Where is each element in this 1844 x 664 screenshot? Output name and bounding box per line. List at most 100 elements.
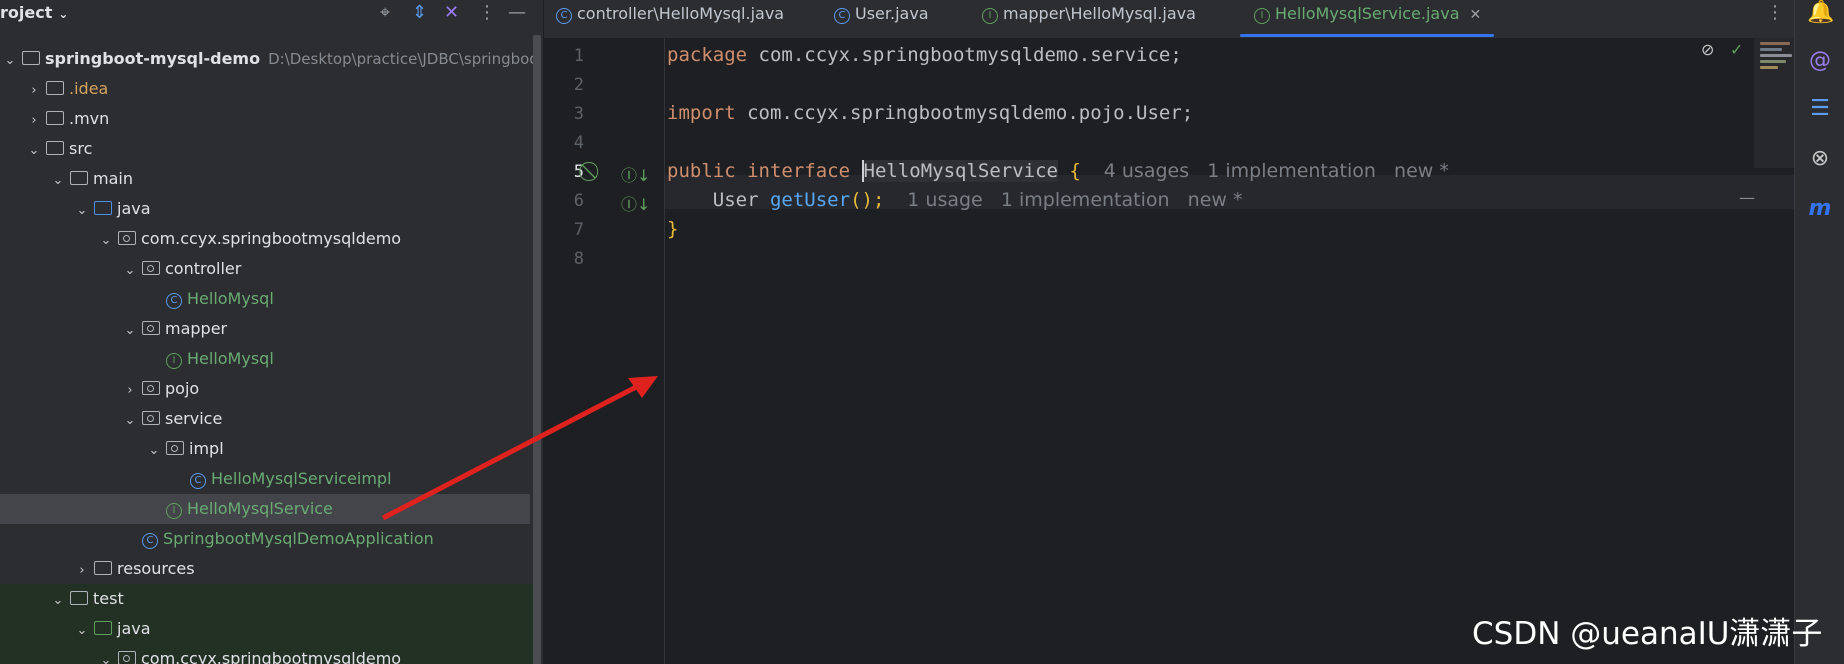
line-number: 3: [573, 104, 584, 124]
tree-item[interactable]: C HelloMysql: [0, 284, 530, 314]
tree-item-label: com.ccyx.springbootmysqldemo: [141, 649, 402, 664]
chevron-right-icon[interactable]: ›: [26, 106, 42, 136]
tree-item[interactable]: ⌄ src: [0, 134, 530, 164]
chevron-down-icon[interactable]: ⌄: [26, 136, 42, 166]
no-problems-check-icon[interactable]: ✓: [1730, 40, 1743, 59]
tab-hellomysqlservice[interactable]: I HelloMysqlService.java ✕: [1254, 0, 1481, 38]
test-folder-icon: [94, 621, 112, 635]
package-icon: [118, 651, 136, 664]
implemented-icon[interactable]: Ⓘ↓: [621, 191, 650, 215]
options-icon[interactable]: ⋮: [478, 2, 496, 23]
tab-user[interactable]: C User.java: [834, 0, 929, 38]
tree-item[interactable]: ⌄ main: [0, 164, 530, 194]
chevron-down-icon[interactable]: ⌄: [146, 436, 162, 466]
tree-item[interactable]: ⌄ mapper: [0, 314, 530, 344]
tree-item[interactable]: ⌄ controller: [0, 254, 530, 284]
reader-mode-icon[interactable]: ⊘: [1701, 40, 1714, 59]
package-icon: [118, 231, 136, 245]
chevron-down-icon[interactable]: ⌄: [122, 406, 138, 436]
chevron-right-icon[interactable]: ›: [74, 556, 90, 586]
line-number: 6: [573, 191, 584, 211]
tab-mapper-hellomysql[interactable]: Imapper\HelloMysql.java: [982, 0, 1196, 38]
usage-hint[interactable]: 4 usages 1 implementation new *: [1104, 160, 1449, 182]
tree-item-label: springboot-mysql-demo: [45, 49, 261, 68]
chevron-down-icon[interactable]: ⌄: [74, 616, 90, 646]
tree-item[interactable]: ⌄ java: [0, 614, 541, 644]
line-number-current: 5: [573, 162, 584, 182]
chevron-down-icon[interactable]: ⌄: [50, 166, 66, 196]
project-title[interactable]: roject ⌄: [0, 3, 68, 22]
tree-item[interactable]: › .mvn: [0, 104, 530, 134]
tree-item[interactable]: › .idea: [0, 74, 530, 104]
chevron-down-icon[interactable]: ⌄: [98, 646, 114, 664]
interface-icon: I: [166, 503, 182, 519]
tree-item[interactable]: I HelloMysql: [0, 344, 530, 374]
interface-icon: I: [1254, 8, 1270, 24]
tree-item[interactable]: ⌄ impl: [0, 434, 530, 464]
chevron-down-icon[interactable]: ⌄: [122, 316, 138, 346]
tree-item[interactable]: ⌄ service: [0, 404, 530, 434]
active-tab-indicator: [1240, 34, 1494, 37]
tree-item-label: HelloMysqlServiceimpl: [211, 469, 392, 488]
line-number: 8: [573, 249, 584, 269]
tree-item[interactable]: ⌄ java: [0, 194, 530, 224]
tree-item[interactable]: ⌄ test: [0, 584, 541, 614]
maven-icon[interactable]: m: [1807, 196, 1833, 221]
ai-assistant-icon[interactable]: @: [1807, 48, 1833, 73]
database-icon[interactable]: ☰: [1807, 96, 1833, 121]
project-scrollbar[interactable]: [533, 35, 541, 664]
tree-item[interactable]: I HelloMysqlService: [0, 494, 530, 524]
notifications-bell-icon[interactable]: 🔔: [1807, 0, 1834, 25]
chevron-down-icon[interactable]: ⌄: [74, 196, 90, 226]
code-line-7: }: [667, 218, 679, 240]
tree-item[interactable]: C HelloMysqlServiceimpl: [0, 464, 530, 494]
gutter-divider: [664, 38, 665, 664]
close-tab-icon[interactable]: ✕: [1470, 7, 1482, 23]
chevron-down-icon[interactable]: ⌄: [122, 256, 138, 286]
chevron-down-icon[interactable]: ⌄: [2, 46, 18, 76]
folder-icon: [46, 141, 64, 155]
folder-icon: [70, 171, 88, 185]
line-number: 1: [573, 46, 584, 66]
tree-item-label: impl: [189, 439, 224, 458]
tree-item[interactable]: › resources: [0, 554, 530, 584]
interface-icon: I: [166, 353, 182, 369]
chevron-right-icon[interactable]: ›: [26, 76, 42, 106]
folder-icon: [46, 81, 64, 95]
tree-item-label: java: [117, 619, 151, 638]
chevron-down-icon[interactable]: ⌄: [58, 7, 68, 21]
expand-all-icon[interactable]: ⇕: [412, 2, 427, 23]
tree-item-label: .mvn: [69, 109, 110, 128]
chevron-down-icon[interactable]: ⌄: [50, 586, 66, 616]
tree-item-label: HelloMysql: [187, 289, 274, 308]
code-editor[interactable]: 1 2 3 4 5 6 7 8 ⃠ Ⓘ↓ Ⓘ↓ package com.ccyx…: [544, 38, 1795, 664]
minimap[interactable]: [1754, 38, 1794, 168]
folder-icon: [70, 591, 88, 605]
tree-item[interactable]: ⌄ com.ccyx.springbootmysqldemo: [0, 224, 530, 254]
more-tabs-icon[interactable]: ⋮: [1766, 2, 1784, 23]
implemented-icon[interactable]: Ⓘ↓: [621, 162, 650, 186]
tree-item[interactable]: › pojo: [0, 374, 530, 404]
usage-hint[interactable]: 1 usage 1 implementation new *: [907, 189, 1242, 211]
tab-controller-hellomysql[interactable]: Ccontroller\HelloMysql.java: [556, 0, 784, 38]
right-tool-bar: 🔔 @ ☰ ⊗ m: [1794, 0, 1844, 664]
chevron-down-icon[interactable]: ⌄: [98, 226, 114, 256]
tree-item[interactable]: ⌄ springboot-mysql-demo D:\Desktop\practic…: [0, 44, 539, 76]
locate-file-icon[interactable]: ⌖: [380, 2, 390, 23]
package-icon: [166, 441, 184, 455]
collapse-all-icon[interactable]: ✕: [444, 2, 459, 23]
tree-item[interactable]: C SpringbootMysqlDemoApplication: [0, 524, 530, 554]
plugin-icon[interactable]: ⊗: [1807, 146, 1833, 171]
source-folder-icon: [94, 201, 112, 215]
hide-panel-icon[interactable]: —: [508, 2, 526, 23]
tree-item-label: SpringbootMysqlDemoApplication: [163, 529, 434, 548]
class-icon: C: [166, 293, 182, 309]
tree-item[interactable]: ⌄ com.ccyx.springbootmysqldemo: [0, 644, 541, 664]
chevron-right-icon[interactable]: ›: [122, 376, 138, 406]
class-icon: C: [556, 8, 572, 24]
tree-item-label: mapper: [165, 319, 228, 338]
package-icon: [142, 261, 160, 275]
tree-item-label: pojo: [165, 379, 200, 398]
tree-item-label: test: [93, 589, 124, 608]
tree-item-label: HelloMysqlService: [187, 499, 333, 518]
